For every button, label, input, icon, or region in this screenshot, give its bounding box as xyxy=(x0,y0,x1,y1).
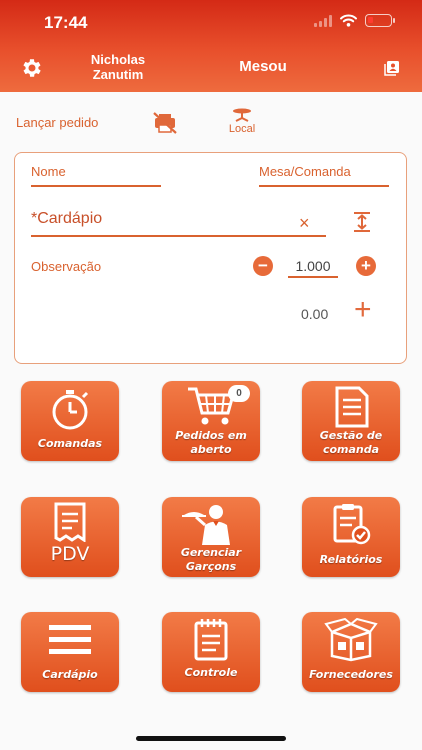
gear-icon[interactable] xyxy=(19,56,43,80)
tile-label: Controle xyxy=(184,666,238,679)
local-button[interactable]: Local xyxy=(222,108,262,135)
price-value: 0.00 xyxy=(301,306,329,322)
user-name: Nicholas Zanutim xyxy=(90,52,146,82)
tile-pdv[interactable]: PDV xyxy=(21,497,119,577)
status-time: 17:44 xyxy=(44,13,88,32)
tile-relatorios[interactable]: Relatórios xyxy=(302,497,400,577)
tile-fornecedores[interactable]: Fornecedores xyxy=(302,612,400,692)
increase-quantity-button[interactable]: + xyxy=(356,256,376,276)
quantity-value[interactable]: 1.000 xyxy=(288,258,338,274)
status-icons xyxy=(314,14,395,27)
tile-label: Fornecedores xyxy=(309,668,393,681)
tile-label: Relatórios xyxy=(319,553,383,566)
table-label: Mesa/Comanda xyxy=(259,164,351,179)
order-form-card: Nome Mesa/Comanda *Cardápio × Observação… xyxy=(14,152,407,364)
stopwatch-icon xyxy=(52,390,89,430)
battery-icon xyxy=(365,14,395,27)
tile-gestao-de-comanda[interactable]: Gestão de comanda xyxy=(302,381,400,461)
launch-order-label: Lançar pedido xyxy=(16,115,99,130)
clipboard-check-icon xyxy=(333,504,371,545)
notepad-icon xyxy=(194,619,228,661)
tile-label: Gestão de comanda xyxy=(319,429,383,456)
menu-lines-icon xyxy=(49,625,91,654)
clear-icon[interactable]: × xyxy=(299,213,310,234)
wifi-icon xyxy=(340,14,357,27)
printer-off-icon[interactable] xyxy=(152,112,178,134)
tile-controle[interactable]: Controle xyxy=(162,612,260,692)
table-input[interactable] xyxy=(259,185,389,187)
tile-pedidos-em-aberto[interactable]: 0 Pedidos em aberto xyxy=(162,381,260,461)
tile-gerenciar-garcons[interactable]: Gerenciar Garçons xyxy=(162,497,260,577)
signal-icon xyxy=(314,14,332,27)
contact-card-icon[interactable] xyxy=(384,60,400,76)
menu-input[interactable] xyxy=(31,235,326,237)
tile-label: Gerenciar Garçons xyxy=(180,546,242,573)
observation-label: Observação xyxy=(31,259,102,274)
menu-field-label: *Cardápio xyxy=(31,210,103,227)
tile-cardapio[interactable]: Cardápio xyxy=(21,612,119,692)
waiter-icon xyxy=(182,505,230,545)
tile-label: PDV xyxy=(50,543,90,565)
app-header: 17:44 Nicholas Zanutim Mesou xyxy=(0,0,422,92)
document-icon xyxy=(335,386,369,428)
quantity-underline xyxy=(288,276,338,278)
name-label: Nome xyxy=(31,164,66,179)
decrease-quantity-button[interactable]: − xyxy=(253,256,273,276)
name-input[interactable] xyxy=(31,185,161,187)
app-title: Mesou xyxy=(239,58,287,75)
local-label: Local xyxy=(228,123,256,135)
home-indicator xyxy=(136,736,286,741)
expand-icon[interactable] xyxy=(352,211,372,233)
boxes-icon xyxy=(324,618,378,662)
tile-label: Comandas xyxy=(37,437,103,450)
tile-comandas[interactable]: Comandas xyxy=(21,381,119,461)
tile-label: Cardápio xyxy=(42,668,98,681)
add-item-button[interactable]: + xyxy=(354,295,372,325)
receipt-icon xyxy=(54,502,86,542)
cart-count-badge: 0 xyxy=(228,385,250,402)
tile-label: Pedidos em aberto xyxy=(175,429,247,456)
table-icon xyxy=(233,108,251,122)
